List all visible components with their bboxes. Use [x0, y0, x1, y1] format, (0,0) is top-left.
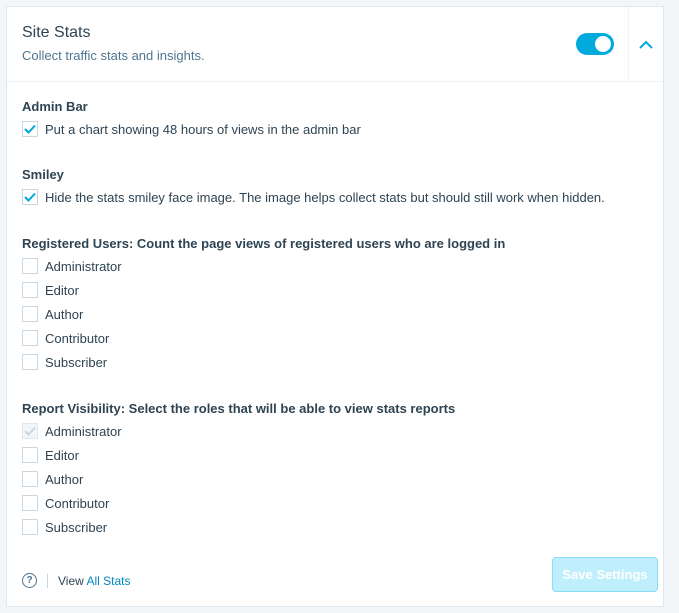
- checkbox[interactable]: [22, 306, 38, 322]
- view-all-stats-link[interactable]: View All Stats: [58, 574, 130, 588]
- option-label: Administrator: [45, 423, 122, 439]
- site-stats-card: Site Stats Collect traffic stats and ins…: [6, 6, 664, 607]
- registered-role-editor[interactable]: Editor: [22, 281, 79, 299]
- check-icon: [24, 192, 36, 202]
- report-role-subscriber[interactable]: Subscriber: [22, 518, 107, 536]
- site-stats-toggle[interactable]: [576, 33, 614, 55]
- checkbox[interactable]: [22, 354, 38, 370]
- option-label: Contributor: [45, 330, 110, 346]
- option-label: Author: [45, 471, 84, 487]
- link-text: All Stats: [86, 573, 131, 588]
- checkbox-disabled: [22, 423, 38, 439]
- option-label: Put a chart showing 48 hours of views in…: [45, 121, 361, 137]
- help-icon[interactable]: ?: [22, 573, 37, 588]
- check-icon: [24, 426, 36, 436]
- registered-users-heading: Registered Users: Count the page views o…: [22, 236, 506, 251]
- checkbox[interactable]: [22, 471, 38, 487]
- smiley-heading: Smiley: [22, 167, 64, 182]
- checkbox[interactable]: [22, 282, 38, 298]
- toggle-knob: [595, 36, 611, 52]
- collapse-button[interactable]: [629, 7, 663, 82]
- card-footer: ? View All Stats: [22, 573, 130, 588]
- report-role-author[interactable]: Author: [22, 470, 83, 488]
- option-label: Administrator: [45, 258, 122, 274]
- checkbox[interactable]: [22, 189, 38, 205]
- divider: [47, 573, 48, 588]
- option-label: Author: [45, 306, 84, 322]
- checkbox[interactable]: [22, 258, 38, 274]
- admin-bar-heading: Admin Bar: [22, 99, 88, 114]
- option-label: Subscriber: [45, 354, 108, 370]
- report-role-administrator: Administrator: [22, 422, 122, 440]
- option-label: Editor: [45, 282, 79, 298]
- option-label: Hide the stats smiley face image. The im…: [45, 189, 605, 205]
- registered-role-administrator[interactable]: Administrator: [22, 257, 122, 275]
- chevron-up-icon: [639, 40, 653, 49]
- report-visibility-heading: Report Visibility: Select the roles that…: [22, 401, 456, 416]
- registered-role-author[interactable]: Author: [22, 305, 83, 323]
- checkbox[interactable]: [22, 121, 38, 137]
- link-text: View: [58, 573, 84, 588]
- check-icon: [24, 124, 36, 134]
- option-label: Contributor: [45, 495, 110, 511]
- smiley-option[interactable]: Hide the stats smiley face image. The im…: [22, 188, 605, 206]
- checkbox[interactable]: [22, 519, 38, 535]
- option-label: Subscriber: [45, 519, 108, 535]
- registered-role-contributor[interactable]: Contributor: [22, 329, 109, 347]
- report-role-editor[interactable]: Editor: [22, 446, 79, 464]
- report-role-contributor[interactable]: Contributor: [22, 494, 109, 512]
- checkbox[interactable]: [22, 330, 38, 346]
- checkbox[interactable]: [22, 447, 38, 463]
- card-header: Site Stats Collect traffic stats and ins…: [7, 7, 663, 82]
- checkbox[interactable]: [22, 495, 38, 511]
- card-title: Site Stats: [22, 24, 91, 41]
- save-settings-button[interactable]: Save Settings: [552, 557, 658, 592]
- registered-role-subscriber[interactable]: Subscriber: [22, 353, 107, 371]
- card-subtitle: Collect traffic stats and insights.: [22, 48, 205, 63]
- admin-bar-option[interactable]: Put a chart showing 48 hours of views in…: [22, 120, 361, 138]
- option-label: Editor: [45, 447, 79, 463]
